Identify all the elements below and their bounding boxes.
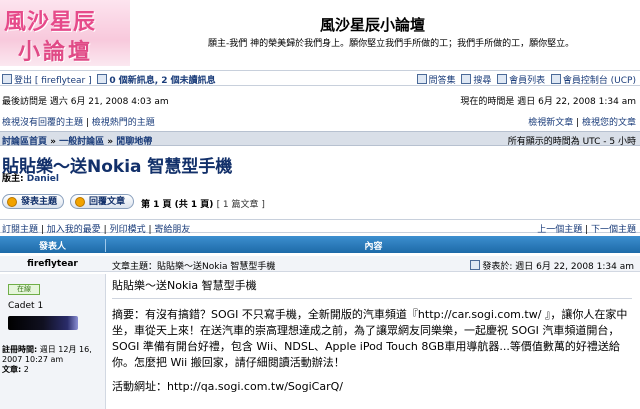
- ucp-link[interactable]: 會員控制台 (UCP): [563, 76, 636, 86]
- your-posts-link[interactable]: 檢視您的文章: [582, 118, 636, 128]
- logout-link[interactable]: 登出 [ fireflytear ]: [14, 76, 92, 86]
- view-links: 檢視沒有回覆的主題 | 檢視熱門的主題 檢視新文章 | 檢視您的文章: [2, 118, 636, 128]
- post-buttons: 發表主題 回覆文章 第 1 頁 (共 1 頁) [ 1 篇文章 ]: [0, 194, 640, 212]
- header: 風沙星辰 小論壇 風沙星辰小論壇 願主-我們 神的榮美歸於我們身上。願你堅立我們…: [0, 0, 640, 68]
- members-link[interactable]: 會員列表: [509, 76, 545, 86]
- print-link[interactable]: 列印模式: [110, 225, 146, 235]
- new-posts-link[interactable]: 檢視新文章: [528, 118, 573, 128]
- table-header: 發表人 內容: [0, 236, 640, 253]
- top-nav: 登出 [ fireflytear ] 0 個新訊息, 2 個未讀訊息 問答集 搜…: [0, 70, 640, 86]
- post-header: fireflytear 文章主題：貼貼樂～送Nokia 智慧型手機 發表於: 週…: [0, 256, 640, 272]
- members-icon: [497, 74, 508, 84]
- author-stats: 註冊時間: 週日 12月 16, 2007 10:27 am 文章: 2: [2, 345, 92, 374]
- post-body-link[interactable]: 活動網址：http://qa.sogi.com.tw/SogiCarQ/: [112, 379, 632, 395]
- unanswered-link[interactable]: 檢視沒有回覆的主題: [2, 118, 83, 128]
- post-author[interactable]: fireflytear: [0, 259, 105, 269]
- new-topic-button[interactable]: 發表主題: [2, 194, 64, 209]
- pm-icon: [97, 74, 108, 84]
- ucp-icon: [550, 74, 561, 84]
- rank-title: Cadet 1: [8, 301, 44, 311]
- moderator-link[interactable]: Daniel: [27, 174, 59, 184]
- post-date: 發表於: 週日 6月 22, 2008 1:34 am: [470, 259, 634, 272]
- faq-icon: [416, 74, 427, 84]
- logo-line2: 小論壇: [18, 39, 94, 65]
- site-logo[interactable]: 風沙星辰 小論壇: [0, 0, 130, 66]
- pm-link[interactable]: 0 個新訊息, 2 個未讀訊息: [109, 76, 215, 86]
- subscribe-link[interactable]: 訂閱主題: [2, 225, 38, 235]
- moderator-line: 版主: Daniel: [2, 174, 59, 184]
- bookmark-link[interactable]: 加入我的最愛: [47, 225, 101, 235]
- site-title: 風沙星辰小論壇: [320, 16, 426, 34]
- last-visit: 最後訪問是 週六 6月 21, 2008 4:03 am: [2, 97, 169, 107]
- next-topic-link[interactable]: 下一個主題: [591, 225, 636, 235]
- breadcrumb-general[interactable]: 一般討論區: [59, 137, 104, 147]
- logo-line1: 風沙星辰: [4, 9, 97, 35]
- breadcrumb-home[interactable]: 討論區首頁: [2, 137, 47, 147]
- online-badge: 在線: [8, 284, 40, 295]
- timezone-note: 所有顯示的時間為 UTC - 5 小時: [507, 137, 636, 147]
- content-column-header: 內容: [105, 239, 640, 252]
- logout-icon: [2, 74, 12, 84]
- breadcrumb: 討論區首頁 » 一般討論區 » 閒聊地帶 所有顯示的時間為 UTC - 5 小時: [0, 131, 640, 147]
- faq-link[interactable]: 問答集: [429, 76, 456, 86]
- reply-icon: [75, 197, 85, 207]
- page-info: 第 1 頁 (共 1 頁) [ 1 篇文章 ]: [141, 200, 265, 210]
- post-body-text: 摘要：有沒有搞錯？SOGI 不只寫手機，全新開版的汽車頻道『http://car…: [112, 308, 628, 369]
- breadcrumb-chat[interactable]: 閒聊地帶: [116, 137, 152, 147]
- author-profile: 在線 Cadet 1 註冊時間: 週日 12月 16, 2007 10:27 a…: [0, 274, 106, 409]
- search-icon: [461, 74, 472, 84]
- active-topics-link[interactable]: 檢視熱門的主題: [92, 118, 155, 128]
- post-subject: 文章主題：貼貼樂～送Nokia 智慧型手機: [112, 262, 276, 272]
- prev-topic-link[interactable]: 上一個主題: [537, 225, 582, 235]
- author-column-header: 發表人: [38, 242, 66, 252]
- new-topic-icon: [7, 197, 17, 207]
- post-body-subject: 貼貼樂～送Nokia 智慧型手機: [112, 278, 632, 299]
- topic-tools: 訂閱主題 | 加入我的最愛 | 列印模式 | 寄給朋友 上一個主題 | 下一個主…: [0, 219, 640, 235]
- search-link[interactable]: 搜尋: [473, 76, 491, 86]
- site-description: 願主-我們 神的榮美歸於我們身上。願你堅立我們手所做的工；我們手所做的工，願你堅…: [208, 39, 575, 49]
- email-friend-link[interactable]: 寄給朋友: [154, 225, 190, 235]
- post-body: 貼貼樂～送Nokia 智慧型手機 摘要：有沒有搞錯？SOGI 不只寫手機，全新開…: [112, 278, 632, 403]
- current-time: 現在的時間是 週日 6月 22, 2008 1:34 am: [460, 97, 636, 107]
- reply-button[interactable]: 回覆文章: [70, 194, 134, 209]
- visit-info: 最後訪問是 週六 6月 21, 2008 4:03 am 現在的時間是 週日 6…: [0, 92, 640, 107]
- post-link-icon[interactable]: [470, 260, 481, 270]
- rank-image: [8, 316, 78, 330]
